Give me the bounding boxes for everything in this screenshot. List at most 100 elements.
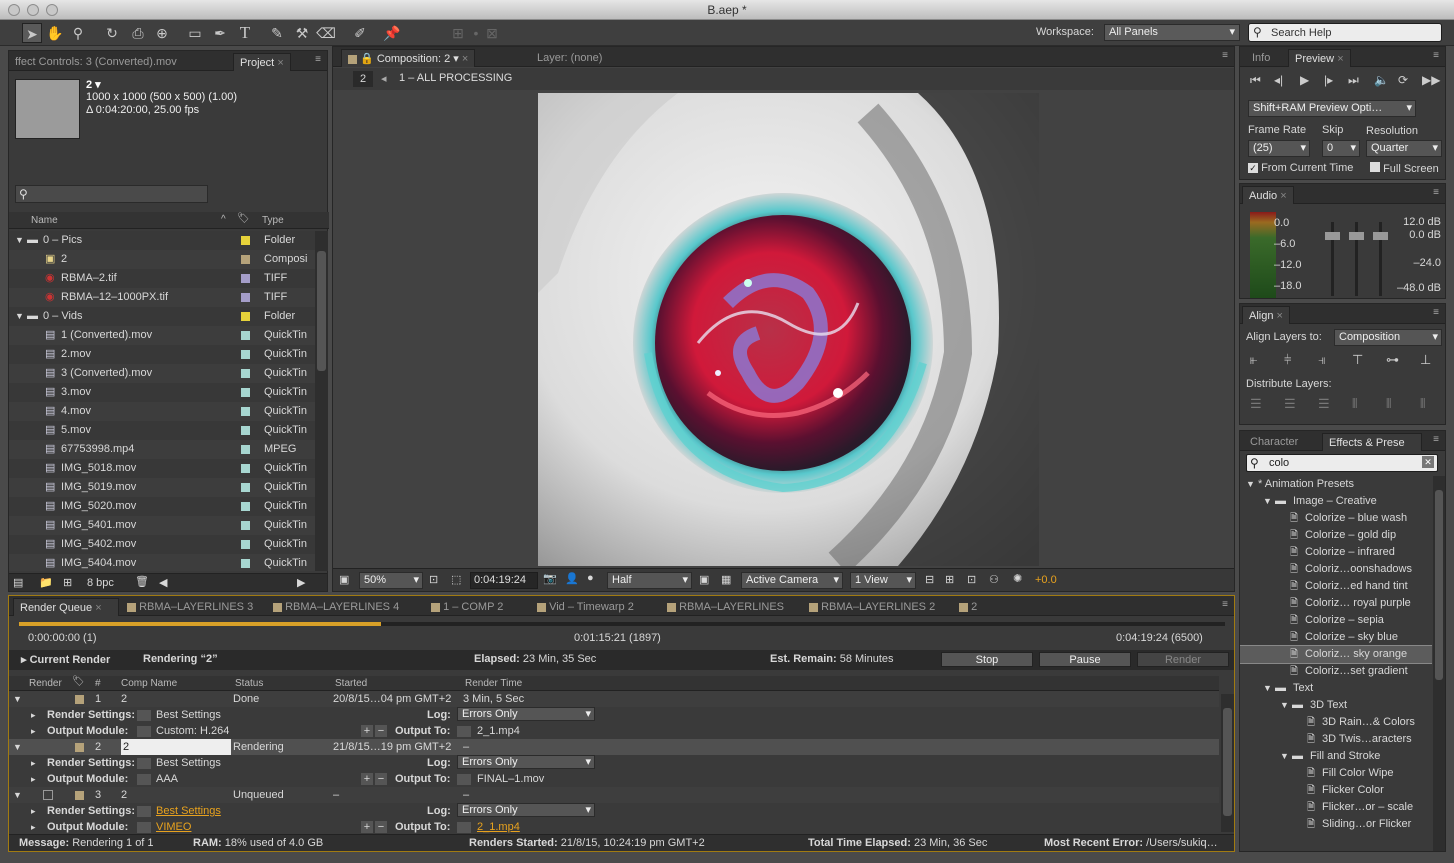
render-checkbox[interactable] (43, 790, 53, 800)
stop-button[interactable]: Stop (941, 652, 1033, 667)
output-to-value[interactable]: 2_1.mp4 (477, 819, 520, 833)
tab-project[interactable]: Project × (233, 53, 291, 71)
effects-preset[interactable]: 🗎 Colorize – sky blue (1240, 629, 1432, 646)
tab-timeline-comp[interactable]: RBMA–LAYERLINES 2 (803, 598, 951, 616)
render-button[interactable]: Render (1137, 652, 1229, 667)
effects-folder[interactable]: ▼ ▬ Text (1240, 680, 1432, 697)
align-to-dropdown[interactable]: Composition ▾ (1334, 329, 1442, 346)
tab-timeline-comp[interactable]: Vid – Timewarp 2 (531, 598, 659, 616)
close-tab-icon[interactable]: × (277, 57, 283, 69)
label-color-swatch[interactable] (75, 743, 84, 752)
output-module-value[interactable]: VIMEO (156, 819, 191, 833)
project-item[interactable]: ▤ 1 (Converted).mov QuickTin (9, 326, 315, 345)
render-settings-value[interactable]: Best Settings (156, 803, 221, 819)
label-color-swatch[interactable] (241, 502, 250, 511)
remove-output-icon[interactable]: − (375, 821, 387, 833)
previous-frame-icon[interactable]: ◂| (1274, 73, 1283, 87)
hand-tool-icon[interactable]: ✋ (45, 23, 65, 43)
pan-behind-tool-icon[interactable]: ⊕ (152, 23, 172, 43)
add-output-icon[interactable]: + (361, 725, 373, 737)
add-output-icon[interactable]: + (361, 773, 373, 785)
scroll-thumb[interactable] (1223, 708, 1232, 816)
flowchart-icon[interactable]: ⚇ (989, 573, 999, 586)
log-dropdown[interactable]: Errors Only ▾ (457, 755, 595, 769)
tab-preview[interactable]: Preview × (1288, 49, 1351, 67)
last-frame-icon[interactable]: ⏭ (1348, 73, 1359, 88)
disclosure-triangle-icon[interactable]: ▼ (13, 739, 22, 755)
full-screen-checkbox[interactable]: Full Screen (1370, 162, 1439, 175)
panel-menu-icon[interactable]: ≡ (1433, 434, 1439, 445)
loop-icon[interactable]: ⟳ (1398, 73, 1408, 87)
tab-timeline-comp[interactable]: RBMA–LAYERLINES 3 (121, 598, 265, 616)
label-color-swatch[interactable] (241, 274, 250, 283)
snapshot-camera-icon[interactable]: 📷 (543, 572, 557, 585)
tab-timeline-comp[interactable]: 2 (953, 598, 993, 616)
always-preview-icon[interactable]: ▣ (339, 573, 349, 586)
exposure-value[interactable]: +0.0 (1035, 574, 1057, 586)
eraser-tool-icon[interactable]: ⌫ (316, 23, 336, 43)
reset-exposure-icon[interactable]: ✺ (1013, 572, 1022, 585)
label-color-swatch[interactable] (241, 540, 250, 549)
distribute-right-icon[interactable]: ⫴ (1420, 396, 1425, 412)
distribute-left-icon[interactable]: ⫴ (1352, 396, 1357, 412)
col-type-header[interactable]: Type (262, 215, 284, 226)
project-item[interactable]: ▤ 4.mov QuickTin (9, 402, 315, 421)
clone-stamp-tool-icon[interactable]: ⚒ (292, 23, 312, 43)
first-frame-icon[interactable]: ⏮ (1250, 73, 1261, 88)
label-color-swatch[interactable] (241, 483, 250, 492)
col-render-time[interactable]: Render Time (465, 678, 522, 689)
disclosure-triangle-icon[interactable]: ▸ (31, 723, 36, 739)
label-color-swatch[interactable] (241, 350, 250, 359)
mute-audio-icon[interactable]: 🔈 (1374, 73, 1389, 87)
render-item-row[interactable]: ▼ 2 2 Rendering 21/8/15…19 pm GMT+2– (9, 739, 1219, 755)
label-color-swatch[interactable] (241, 293, 250, 302)
label-color-swatch[interactable] (241, 236, 250, 245)
settings-dropdown-arrow[interactable] (137, 806, 151, 817)
align-top-icon[interactable]: ⊤ (1352, 352, 1363, 368)
current-render-toggle[interactable]: ▸ Current Render (21, 653, 110, 666)
distribute-vcenter-icon[interactable]: ☰ (1284, 396, 1296, 412)
close-tab-icon[interactable]: × (1280, 190, 1286, 202)
label-color-swatch[interactable] (241, 407, 250, 416)
scroll-left-icon[interactable]: ◀ (159, 576, 167, 589)
distribute-hcenter-icon[interactable]: ⫴ (1386, 396, 1391, 412)
clear-search-icon[interactable]: ✕ (1422, 456, 1434, 468)
view-layout-dropdown[interactable]: 1 View ▾ (850, 572, 916, 589)
project-item[interactable]: ▤ IMG_5020.mov QuickTin (9, 497, 315, 516)
col-name-header[interactable]: Name (31, 215, 58, 226)
effects-preset[interactable]: 🗎 Flicker Color (1240, 782, 1432, 799)
label-color-swatch[interactable] (75, 791, 84, 800)
output-module-value[interactable]: AAA (156, 771, 178, 787)
from-current-time-checkbox[interactable]: ✓ From Current Time (1248, 162, 1353, 174)
fast-preview-icon[interactable]: ⊞ (945, 573, 954, 586)
close-tab-icon[interactable]: × (1337, 53, 1343, 65)
panel-menu-icon[interactable]: ≡ (1433, 50, 1439, 61)
panel-menu-icon[interactable]: ≡ (1433, 307, 1439, 318)
play-icon[interactable]: ▶ (1300, 73, 1309, 87)
panel-menu-icon[interactable]: ≡ (1433, 187, 1439, 198)
zoom-dropdown[interactable]: 50% ▾ (359, 572, 423, 589)
close-window-button[interactable] (8, 4, 20, 16)
tab-composition[interactable]: 🔒 Composition: 2 ▾ × (341, 49, 476, 67)
effects-scrollbar[interactable] (1433, 476, 1445, 851)
label-color-swatch[interactable] (241, 521, 250, 530)
output-to-value[interactable]: FINAL–1.mov (477, 771, 544, 787)
render-queue-scrollbar[interactable] (1221, 694, 1234, 832)
label-tag-icon[interactable]: 🏷 (237, 213, 250, 224)
disclosure-triangle-icon[interactable]: ▸ (31, 707, 36, 723)
render-settings-value[interactable]: Best Settings (156, 755, 221, 771)
settings-dropdown-arrow[interactable] (137, 774, 151, 785)
project-search-input[interactable]: ⚲ (15, 185, 208, 203)
project-item[interactable]: ▼ ▬ 0 – Vids Folder (9, 307, 315, 326)
effects-preset[interactable]: 🗎 Coloriz…ed hand tint (1240, 578, 1432, 595)
region-of-interest-icon[interactable]: ⬚ (451, 573, 461, 586)
effects-preset[interactable]: 🗎 3D Twis…aracters (1240, 731, 1432, 748)
preview-resolution-dropdown[interactable]: Quarter ▾ (1366, 140, 1442, 157)
comp-nav-number[interactable]: 2 (353, 71, 373, 87)
project-item[interactable]: ▤ 5.mov QuickTin (9, 421, 315, 440)
effects-preset[interactable]: 🗎 Colorize – gold dip (1240, 527, 1432, 544)
interpret-footage-icon[interactable]: ▤ (13, 576, 23, 589)
project-scrollbar[interactable] (315, 231, 328, 571)
next-frame-icon[interactable]: |▸ (1324, 73, 1333, 87)
effects-folder[interactable]: ▼ ▬ Image – Creative (1240, 493, 1432, 510)
